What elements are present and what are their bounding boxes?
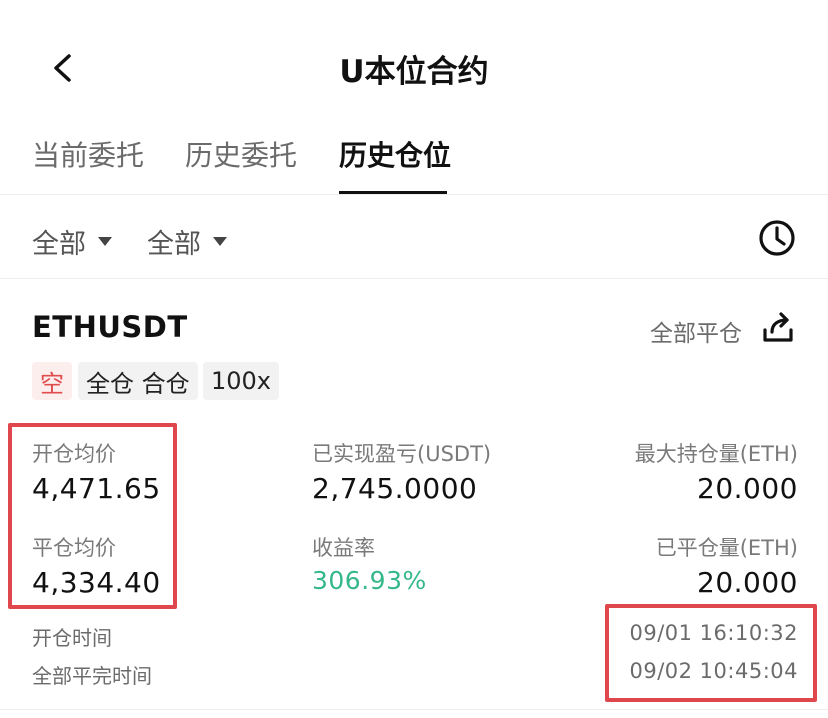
share-icon <box>763 312 793 342</box>
max-position-value: 20.000 <box>697 472 798 505</box>
caret-down-icon <box>98 237 112 246</box>
closed-qty-value: 20.000 <box>697 566 798 599</box>
realized-pnl-label: 已实现盈亏(USDT) <box>312 442 492 466</box>
tabs-divider <box>0 194 828 195</box>
page-title: U本位合约 <box>339 54 489 90</box>
tab-position-history[interactable]: 历史仓位 <box>339 134 451 174</box>
close-time-label: 全部平完时间 <box>32 664 152 688</box>
tab-current-orders[interactable]: 当前委托 <box>32 134 144 174</box>
caret-down-icon <box>213 237 227 246</box>
position-symbol: ETHUSDT <box>32 310 188 344</box>
tab-order-history[interactable]: 历史委托 <box>185 134 297 174</box>
open-time-label: 开仓时间 <box>32 626 112 650</box>
price-highlight-box <box>8 423 177 609</box>
filters-divider <box>0 278 828 279</box>
card-bottom-divider <box>0 709 828 710</box>
max-position-label: 最大持仓量(ETH) <box>634 442 798 466</box>
margin-mode-badge: 全仓 合仓 <box>78 362 198 400</box>
realized-pnl-value: 2,745.0000 <box>312 472 478 505</box>
roi-label: 收益率 <box>312 536 375 560</box>
close-all-button[interactable]: 全部平仓 <box>650 314 742 348</box>
time-filter-button[interactable] <box>757 218 797 258</box>
clock-icon <box>759 220 795 256</box>
filter-label: 全部 <box>32 229 86 260</box>
time-highlight-box <box>605 604 817 702</box>
share-button[interactable] <box>760 310 796 346</box>
direction-badge: 空 <box>32 362 72 400</box>
filter-label: 全部 <box>147 229 201 260</box>
leverage-badge: 100x <box>203 362 280 400</box>
filter-dropdown-2[interactable]: 全部 <box>147 222 227 261</box>
closed-qty-label: 已平仓量(ETH) <box>655 536 798 560</box>
filter-dropdown-1[interactable]: 全部 <box>32 222 112 261</box>
roi-value: 306.93% <box>312 566 427 595</box>
